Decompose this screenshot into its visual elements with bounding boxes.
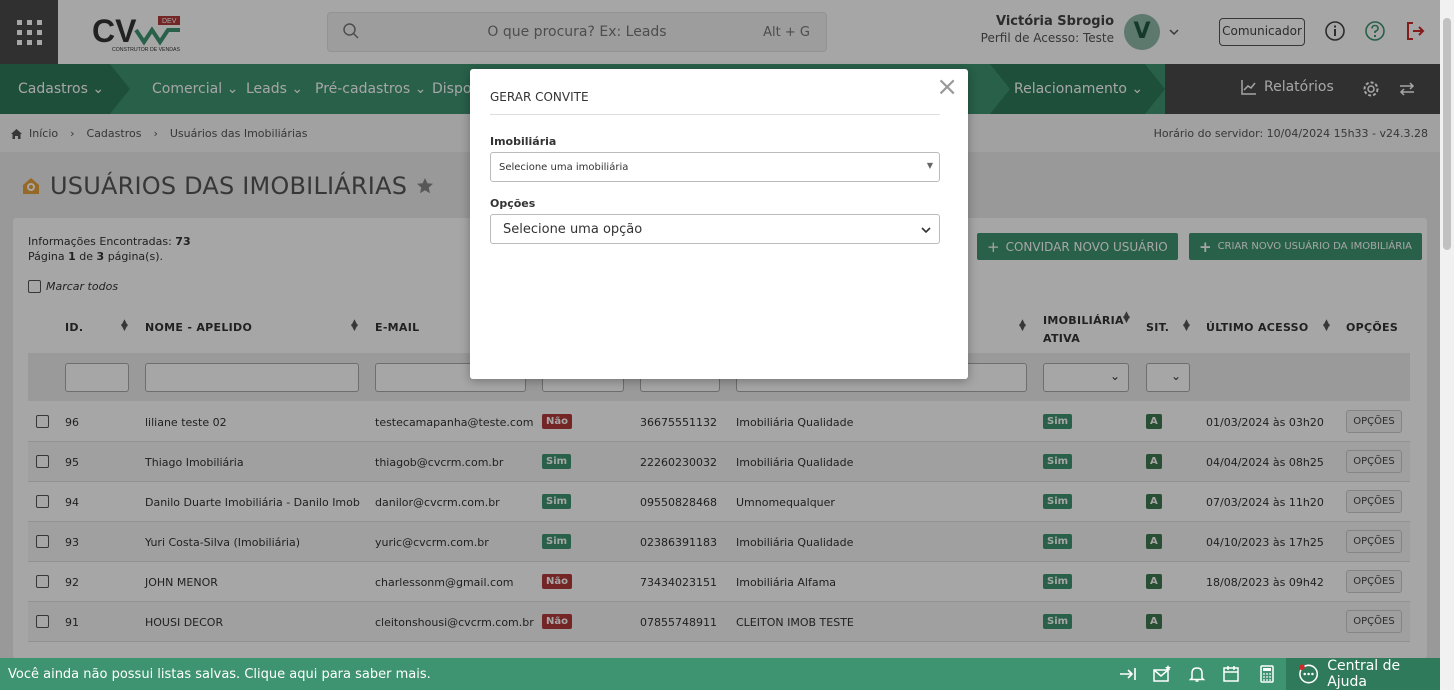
options-label: Opções — [490, 197, 536, 210]
help-center-button[interactable]: Central de Ajuda — [1286, 658, 1440, 690]
mail-star-icon[interactable] — [1152, 665, 1172, 683]
collapse-right-icon[interactable] — [1118, 665, 1138, 683]
close-icon[interactable]: × — [936, 74, 958, 100]
agency-select[interactable]: Selecione uma imobiliária ▼ — [490, 152, 940, 182]
options-select[interactable]: Selecione uma opção — [490, 214, 940, 244]
chevron-down-icon — [921, 227, 931, 234]
modal-title: GERAR CONVITE — [490, 90, 589, 104]
agency-label: Imobiliária — [490, 135, 557, 148]
caret-down-icon: ▼ — [926, 161, 933, 170]
invite-modal: GERAR CONVITE × Imobiliária Selecione um… — [470, 69, 968, 379]
saved-lists-message[interactable]: Você ainda não possui listas salvas. Cli… — [8, 667, 431, 682]
chat-help-icon — [1298, 664, 1319, 684]
bell-icon[interactable] — [1188, 665, 1206, 683]
divider — [490, 114, 940, 115]
scrollbar[interactable] — [1440, 0, 1454, 690]
calculator-icon[interactable] — [1258, 665, 1276, 683]
scrollbar-thumb[interactable] — [1443, 18, 1451, 250]
calendar-icon[interactable] — [1222, 665, 1240, 683]
bottom-bar: Você ainda não possui listas salvas. Cli… — [0, 658, 1440, 690]
